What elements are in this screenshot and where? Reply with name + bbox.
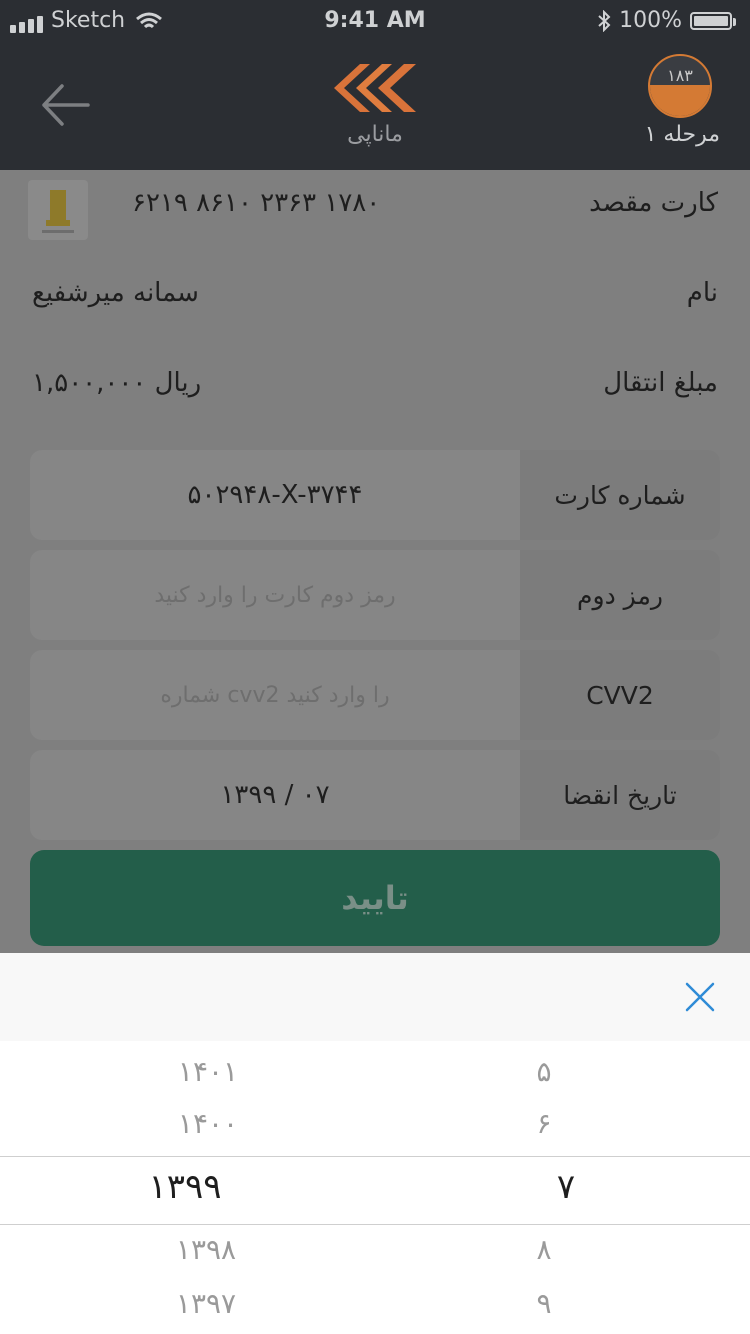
year-option[interactable]: ۱۴۰۱ — [108, 1055, 308, 1088]
pin2-field[interactable]: رمز دوم کارت را وارد کنید رمز دوم — [30, 550, 720, 640]
year-option[interactable]: ۱۳۹۷ — [106, 1287, 306, 1320]
manapay-logo-icon — [334, 64, 416, 112]
battery-percent: 100% — [619, 8, 682, 33]
card-number-value[interactable]: ۵۰۲۹۴۸-X-۳۷۴۴ — [30, 450, 520, 540]
picker-toolbar — [0, 953, 750, 1041]
cvv2-field[interactable]: شماره cvv2 را وارد کنید CVV2 — [30, 650, 720, 740]
status-right: 100% — [597, 8, 736, 33]
confirm-button[interactable]: تایید — [30, 850, 720, 946]
destination-card-label: کارت مقصد — [589, 188, 718, 218]
status-bar: Sketch 9:41 AM 100% — [0, 0, 750, 40]
close-icon[interactable] — [684, 981, 716, 1013]
month-option[interactable]: ۸ — [444, 1233, 644, 1266]
expiry-value[interactable]: ۱۳۹۹ / ۰۷ — [30, 750, 520, 840]
month-option[interactable]: ۶ — [444, 1107, 644, 1140]
bluetooth-icon — [598, 9, 611, 32]
picker-selection-top-line — [0, 1156, 750, 1157]
cvv2-input[interactable]: شماره cvv2 را وارد کنید — [30, 650, 520, 740]
picker-selection-bottom-line — [0, 1224, 750, 1225]
amount-row: ۱,۵۰۰,۰۰۰ ریال مبلغ انتقال — [32, 368, 718, 398]
month-option[interactable]: ۵ — [444, 1055, 644, 1088]
name-label: نام — [686, 278, 718, 308]
destination-card-row: ۶۲۱۹ ۸۶۱۰ ۲۳۶۳ ۱۷۸۰ کارت مقصد — [32, 188, 718, 218]
pin2-label: رمز دوم — [520, 550, 720, 640]
step-progress-circle: ۱۸۳ — [648, 54, 712, 118]
transfer-amount: ۱,۵۰۰,۰۰۰ ریال — [32, 368, 202, 398]
step-number: ۱۸۳ — [667, 66, 693, 85]
expiry-label: تاریخ انقضا — [520, 750, 720, 840]
year-option-selected[interactable]: ۱۳۹۹ — [85, 1167, 285, 1207]
year-option[interactable]: ۱۴۰۰ — [108, 1107, 308, 1140]
expiry-field[interactable]: ۱۳۹۹ / ۰۷ تاریخ انقضا — [30, 750, 720, 840]
back-arrow-icon[interactable] — [38, 80, 92, 130]
battery-icon — [690, 11, 736, 30]
step-label: مرحله ۱ — [644, 122, 720, 147]
month-option[interactable]: ۹ — [444, 1287, 644, 1320]
pin2-input[interactable]: رمز دوم کارت را وارد کنید — [30, 550, 520, 640]
name-row: سمانه میرشفیع نام — [32, 278, 718, 308]
transfer-content: ۶۲۱۹ ۸۶۱۰ ۲۳۶۳ ۱۷۸۰ کارت مقصد سمانه میرش… — [0, 170, 750, 953]
month-option-selected[interactable]: ۷ — [466, 1167, 666, 1207]
amount-label: مبلغ انتقال — [603, 368, 718, 398]
destination-card-number: ۶۲۱۹ ۸۶۱۰ ۲۳۶۳ ۱۷۸۰ — [132, 188, 381, 218]
card-number-field[interactable]: ۵۰۲۹۴۸-X-۳۷۴۴ شماره کارت — [30, 450, 720, 540]
logo-text: ماناپی — [347, 122, 403, 147]
header-bar: ماناپی ۱۸۳ مرحله ۱ — [0, 40, 750, 170]
recipient-name: سمانه میرشفیع — [32, 278, 199, 308]
card-number-label: شماره کارت — [520, 450, 720, 540]
cvv2-label: CVV2 — [520, 650, 720, 740]
year-option[interactable]: ۱۳۹۸ — [106, 1233, 306, 1266]
date-picker[interactable]: ۱۴۰۱ ۱۴۰۰ ۱۳۹۹ ۱۳۹۸ ۱۳۹۷ ۵ ۶ ۷ ۸ ۹ — [0, 1041, 750, 1334]
